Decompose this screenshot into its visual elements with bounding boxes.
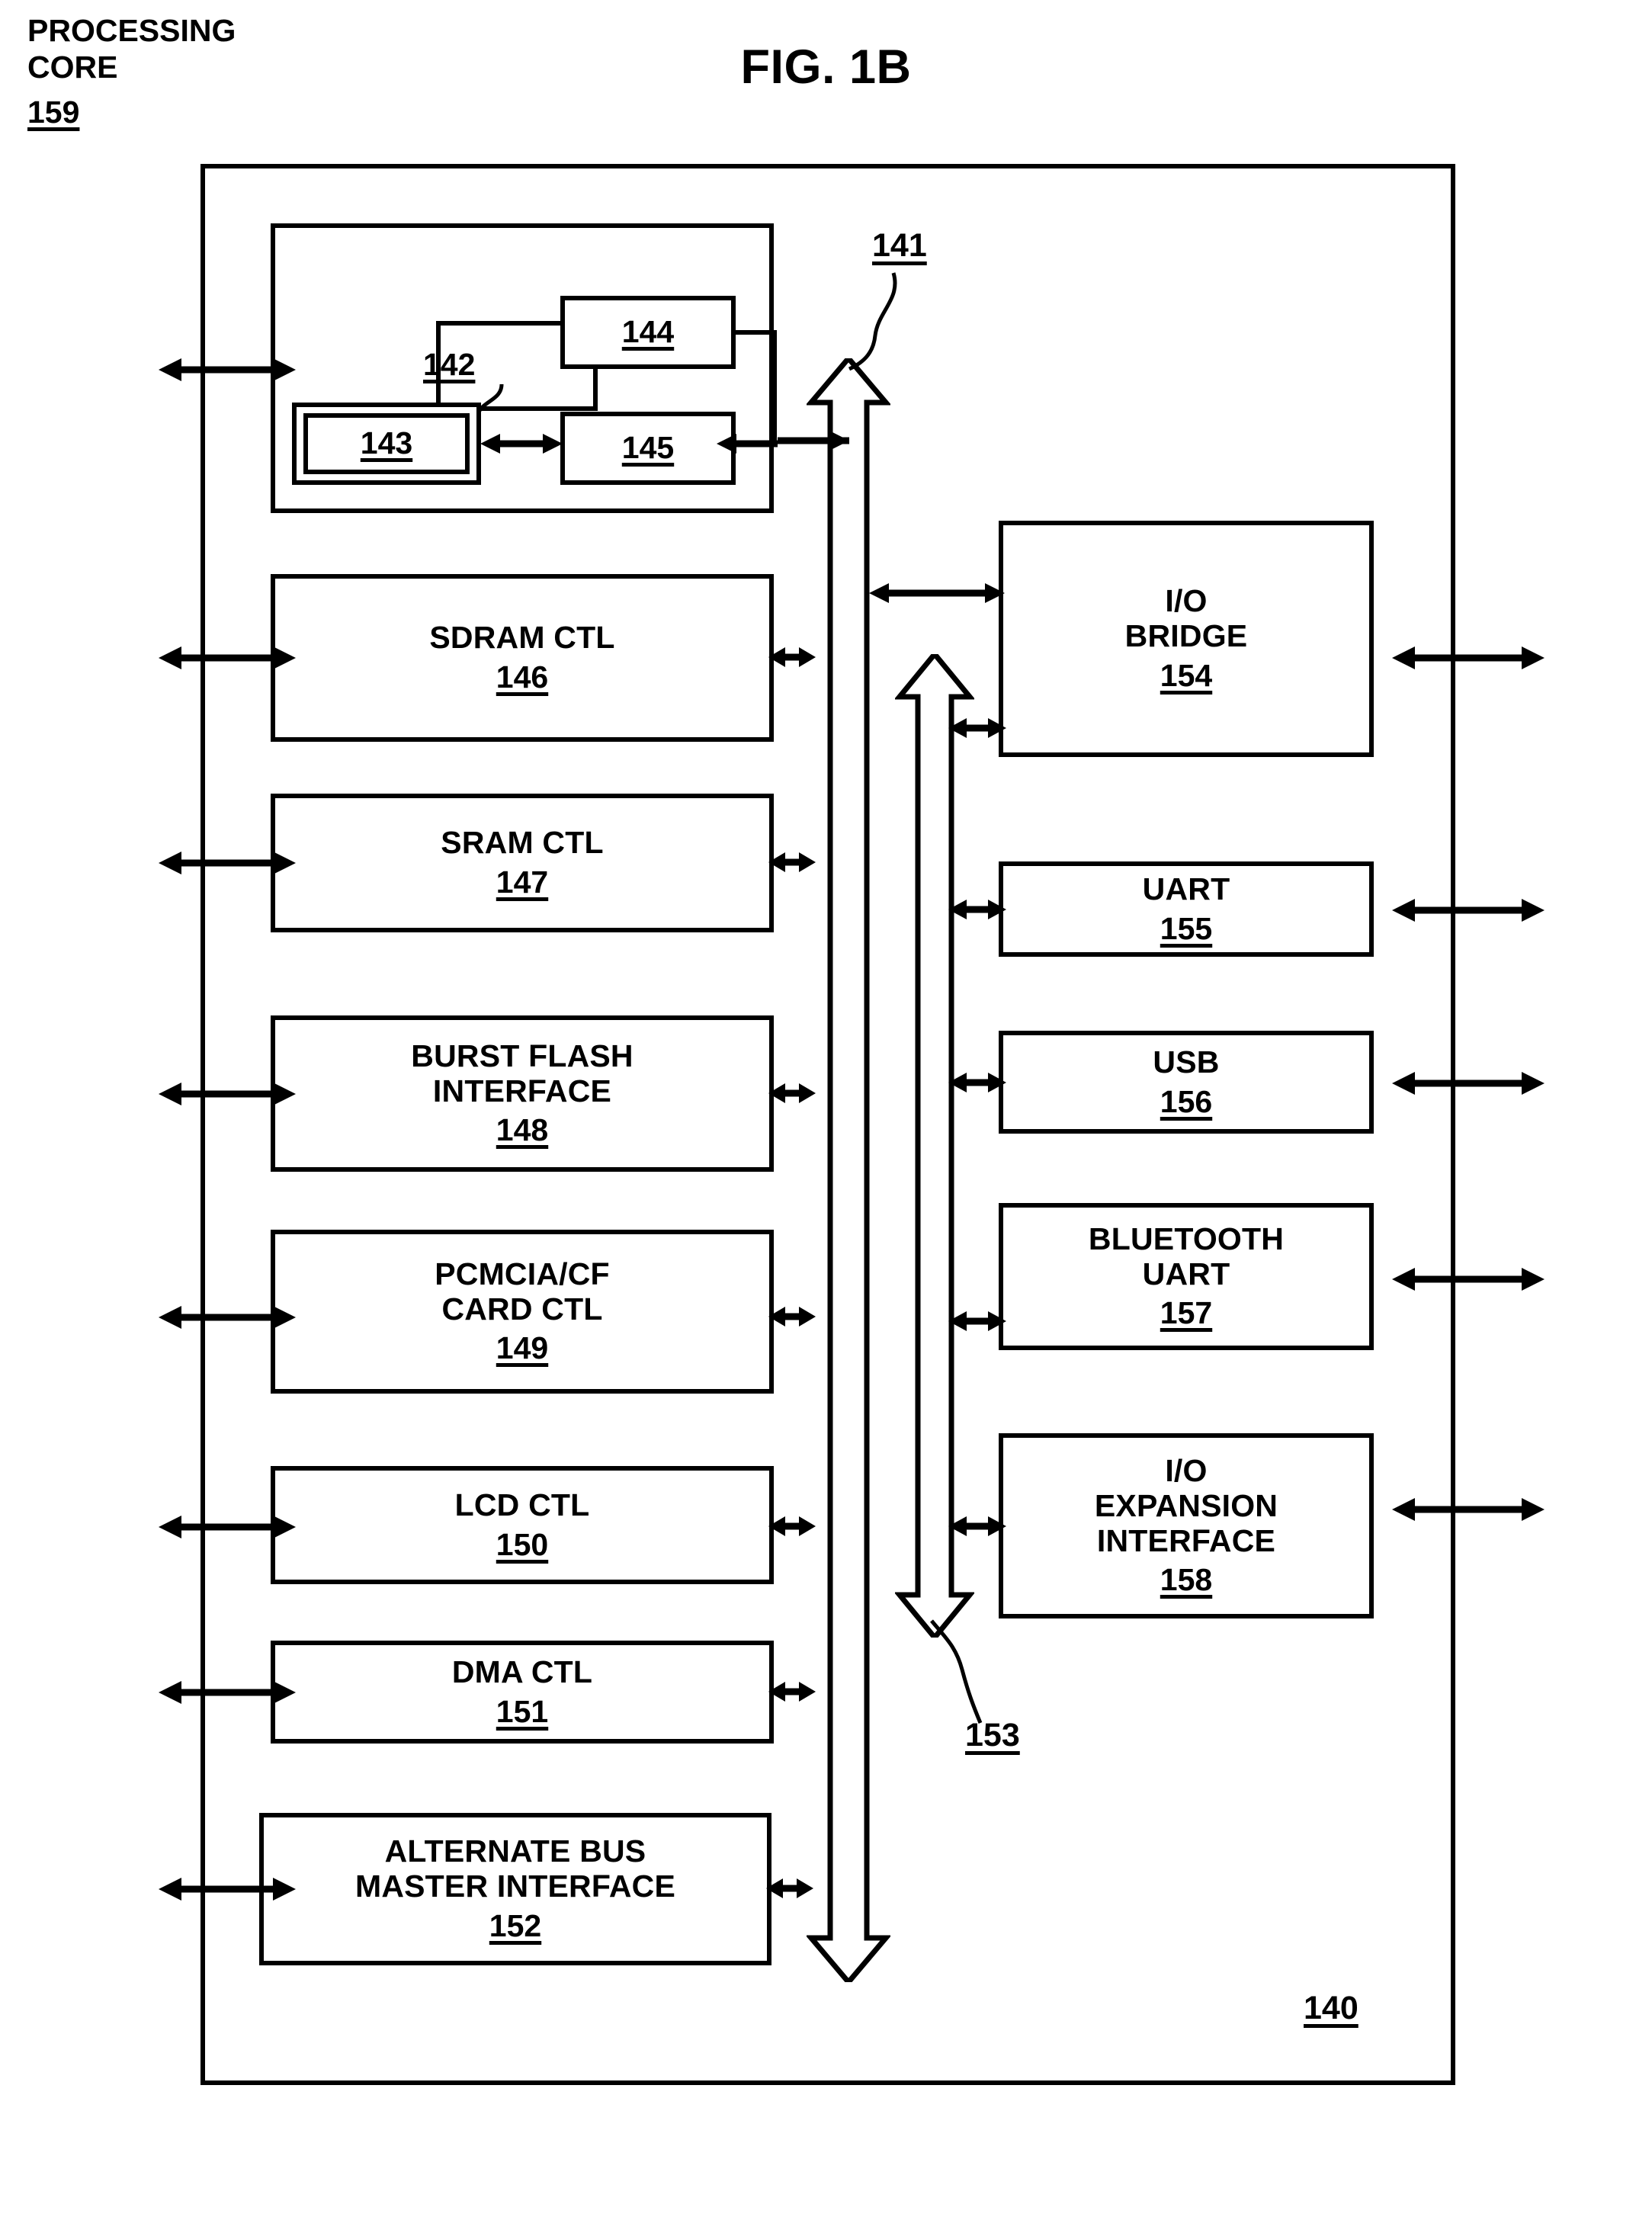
block-dma-ctl: DMA CTL 151 xyxy=(271,1641,774,1744)
external-arrow-usb xyxy=(1392,1072,1545,1095)
processing-core-numeral: 159 xyxy=(27,95,80,130)
block-usb: USB 156 xyxy=(999,1031,1374,1134)
chip-reference-numeral: 140 xyxy=(1304,1990,1358,2026)
arrow-143-to-145 xyxy=(480,434,563,454)
arrow-bus153-to-uart xyxy=(948,900,1006,919)
block-lcd-ctl: LCD CTL 150 xyxy=(271,1466,774,1584)
arrow-burstflash-to-bus141 xyxy=(768,1083,816,1103)
leader-line-141 xyxy=(848,272,897,371)
arrow-altbus-to-bus141 xyxy=(766,1878,813,1898)
block-bluetooth-uart: BLUETOOTH UART 157 xyxy=(999,1203,1374,1350)
external-arrow-dma-ctl xyxy=(159,1681,296,1704)
leader-line-153 xyxy=(930,1619,983,1724)
external-arrow-io-expansion xyxy=(1392,1498,1545,1521)
arrow-into-145 xyxy=(717,434,778,454)
io-bus-153-arrow xyxy=(895,654,974,1638)
line-144-right-out xyxy=(734,330,777,335)
external-arrow-uart xyxy=(1392,899,1545,922)
arrow-sram-to-bus141 xyxy=(768,852,816,872)
arrow-pcmcia-to-bus141 xyxy=(768,1307,816,1327)
block-burst-flash-interface: BURST FLASH INTERFACE 148 xyxy=(271,1015,774,1172)
arrow-sdram-to-bus141 xyxy=(768,647,816,667)
line-144-to-145-vertical xyxy=(772,330,777,444)
external-arrow-burst-flash xyxy=(159,1083,296,1105)
processing-core-title: PROCESSING CORE xyxy=(27,13,236,85)
block-pcmcia-cf-card-ctl: PCMCIA/CF CARD CTL 149 xyxy=(271,1230,774,1394)
block-io-expansion-interface: I/O EXPANSION INTERFACE 158 xyxy=(999,1433,1374,1618)
figure-title: FIG. 1B xyxy=(740,40,912,94)
external-arrow-bluetooth-uart xyxy=(1392,1268,1545,1291)
block-143: 143 xyxy=(303,413,470,474)
arrow-bus153-to-io-expansion xyxy=(948,1516,1006,1536)
arrow-bus153-to-bluetooth-uart xyxy=(948,1311,1006,1331)
external-arrow-io-bridge xyxy=(1392,646,1545,669)
external-arrow-pcmcia-cf xyxy=(159,1306,296,1329)
line-142-to-144-horizontal xyxy=(436,321,566,326)
block-io-bridge: I/O BRIDGE 154 xyxy=(999,521,1374,757)
block-144: 144 xyxy=(560,296,736,369)
arrow-bus153-to-usb xyxy=(948,1073,1006,1092)
external-arrow-sdram-ctl xyxy=(159,646,296,669)
arrow-bus153-to-io-bridge xyxy=(948,718,1006,738)
external-arrow-alt-bus-master xyxy=(159,1878,296,1901)
patent-figure-page: FIG. 1B 140 PROCESSING CORE 159 142 143 … xyxy=(0,0,1652,2236)
block-sram-ctl: SRAM CTL 147 xyxy=(271,794,774,932)
arrow-bus141-to-io-bridge xyxy=(869,583,1005,603)
arrow-lcd-to-bus141 xyxy=(768,1516,816,1536)
external-arrow-sram-ctl xyxy=(159,852,296,874)
bus-141-numeral: 141 xyxy=(872,227,927,264)
external-arrow-processing-core xyxy=(159,358,296,381)
block-uart: UART 155 xyxy=(999,861,1374,957)
arrow-core-to-bus141 xyxy=(778,431,849,451)
block-alternate-bus-master-interface: ALTERNATE BUS MASTER INTERFACE 152 xyxy=(259,1813,771,1965)
block-sdram-ctl: SDRAM CTL 146 xyxy=(271,574,774,742)
block-145: 145 xyxy=(560,412,736,485)
arrow-dma-to-bus141 xyxy=(768,1682,816,1702)
external-arrow-lcd-ctl xyxy=(159,1516,296,1538)
block-142-numeral: 142 xyxy=(423,347,476,382)
